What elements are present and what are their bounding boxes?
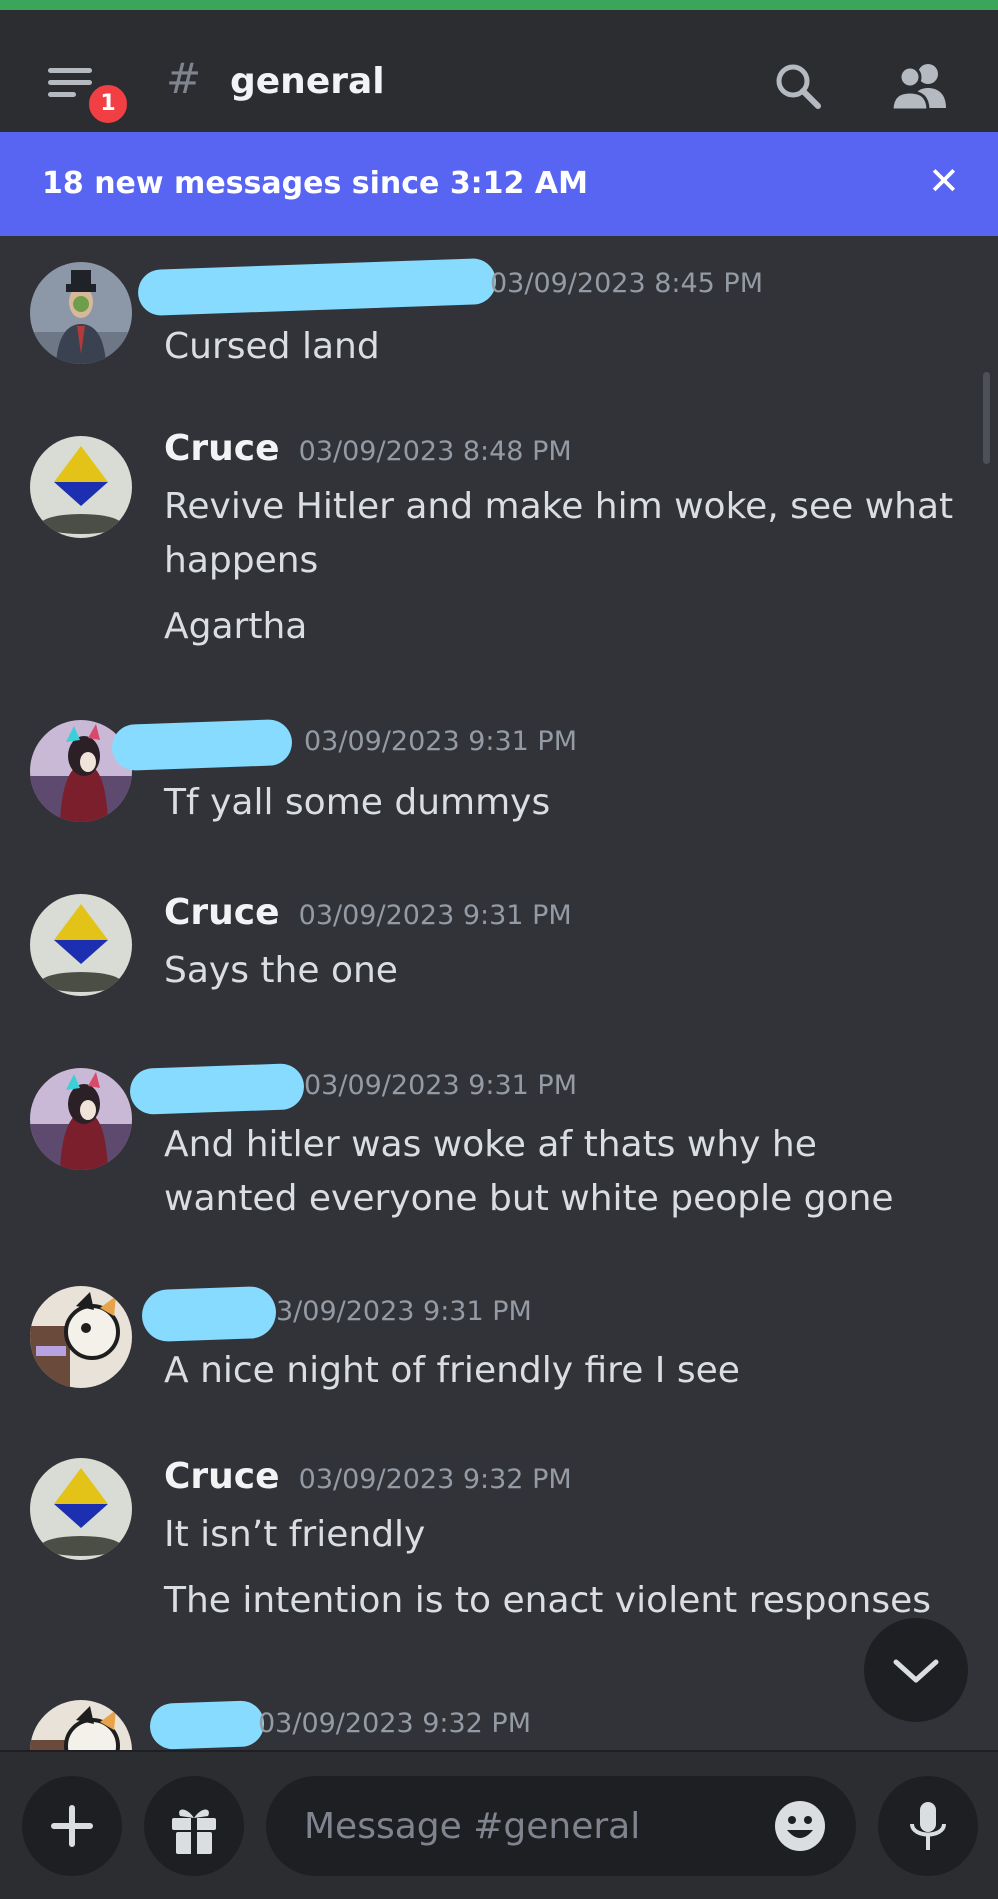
message-content: Tf yall some dummys: [164, 776, 954, 842]
message-content: It isn’t friendly The intention is to en…: [164, 1508, 954, 1640]
username[interactable]: Cruce: [164, 1456, 280, 1497]
new-messages-text: 18 new messages since 3:12 AM: [42, 166, 588, 201]
message-content: And hitler was woke af thats why he want…: [164, 1118, 954, 1238]
message-text: And hitler was woke af thats why he want…: [164, 1124, 894, 1219]
message-text: It isn’t friendly: [164, 1514, 426, 1555]
message-header: Cruce 03/09/2023 9:32 PM: [164, 1456, 572, 1497]
channel-header: 1 # general: [0, 10, 998, 132]
message-text: Tf yall some dummys: [164, 782, 551, 823]
redacted-username: [111, 718, 293, 772]
unread-badge: 1: [84, 80, 132, 128]
message-timestamp: 3/09/2023 9:31 PM: [276, 1296, 532, 1327]
redacted-username: [141, 1285, 277, 1343]
message-header: 03/09/2023 9:32 PM: [244, 1708, 531, 1739]
emoji-icon[interactable]: [772, 1798, 828, 1854]
microphone-icon: [910, 1802, 946, 1850]
message-header: Cruce 03/09/2023 9:31 PM: [164, 892, 572, 933]
avatar[interactable]: [30, 1068, 132, 1170]
members-icon[interactable]: [890, 62, 950, 110]
message-timestamp: 03/09/2023 9:32 PM: [258, 1708, 531, 1739]
message-content: A nice night of friendly fire I see: [164, 1344, 954, 1410]
chevron-down-icon: [893, 1659, 939, 1683]
voice-message-button[interactable]: [878, 1776, 978, 1876]
gift-button[interactable]: [144, 1776, 244, 1876]
avatar[interactable]: [30, 1700, 132, 1750]
message-timestamp: 03/09/2023 9:31 PM: [304, 1070, 577, 1101]
hamburger-menu-icon: [48, 68, 92, 73]
close-icon[interactable]: ✕: [928, 162, 960, 200]
message-header: 03/09/2023 9:31 PM: [290, 1070, 577, 1101]
scrollbar[interactable]: [983, 372, 990, 464]
search-icon[interactable]: [774, 62, 822, 110]
channel-title[interactable]: general: [230, 62, 385, 102]
message[interactable]: Cruce 03/09/2023 9:31 PM Says the one: [0, 884, 998, 1014]
message-content: Revive Hitler and make him woke, see wha…: [164, 480, 954, 666]
message-text: Cursed land: [164, 326, 380, 367]
message-timestamp: 03/09/2023 8:45 PM: [490, 268, 763, 299]
message[interactable]: Cruce 03/09/2023 8:48 PM Revive Hitler a…: [0, 420, 998, 670]
message-text: Agartha: [164, 606, 308, 647]
redacted-username: [129, 1062, 305, 1116]
message-timestamp: 03/09/2023 9:31 PM: [298, 900, 572, 931]
avatar[interactable]: [30, 1458, 132, 1560]
message-input[interactable]: [266, 1776, 856, 1876]
gift-icon: [172, 1809, 216, 1854]
message[interactable]: 03/09/2023 9:31 PM And hitler was woke a…: [0, 1052, 998, 1232]
message-composer: [0, 1750, 998, 1899]
avatar[interactable]: [30, 1286, 132, 1388]
message-timestamp: 03/09/2023 8:48 PM: [298, 436, 572, 467]
message-header: 03/09/2023 8:45 PM: [490, 268, 763, 299]
avatar[interactable]: [30, 436, 132, 538]
avatar[interactable]: [30, 894, 132, 996]
avatar[interactable]: [30, 262, 132, 364]
message-timestamp: 03/09/2023 9:31 PM: [304, 726, 577, 757]
message-timestamp: 03/09/2023 9:32 PM: [298, 1464, 572, 1495]
attach-button[interactable]: [22, 1776, 122, 1876]
status-bar: [0, 0, 998, 10]
message-text: The intention is to enact violent respon…: [164, 1580, 931, 1621]
message[interactable]: Cruce 03/09/2023 9:32 PM It isn’t friend…: [0, 1448, 998, 1648]
message[interactable]: 03/09/2023 9:32 PM: [0, 1690, 998, 1750]
plus-icon: [51, 1805, 93, 1847]
hash-icon: #: [166, 54, 202, 103]
channel-menu-button[interactable]: 1: [44, 60, 132, 128]
message-text: Revive Hitler and make him woke, see wha…: [164, 486, 954, 581]
redacted-username: [137, 257, 497, 317]
jump-to-present-button[interactable]: [864, 1618, 968, 1722]
message-header: Cruce 03/09/2023 8:48 PM: [164, 428, 572, 469]
message-text: A nice night of friendly fire I see: [164, 1350, 740, 1391]
username[interactable]: Cruce: [164, 892, 280, 933]
message-text: Says the one: [164, 950, 398, 991]
message[interactable]: 03/09/2023 9:31 PM Tf yall some dummys: [0, 704, 998, 834]
message-content: Says the one: [164, 944, 954, 1010]
username[interactable]: Cruce: [164, 428, 280, 469]
message-header: 03/09/2023 9:31 PM: [290, 726, 577, 757]
message-content: Cursed land: [164, 320, 954, 386]
message-header: 3/09/2023 9:31 PM: [262, 1296, 532, 1327]
message[interactable]: 3/09/2023 9:31 PM A nice night of friend…: [0, 1274, 998, 1404]
new-messages-banner[interactable]: 18 new messages since 3:12 AM ✕: [0, 132, 998, 236]
message[interactable]: 03/09/2023 8:45 PM Cursed land: [0, 236, 998, 367]
